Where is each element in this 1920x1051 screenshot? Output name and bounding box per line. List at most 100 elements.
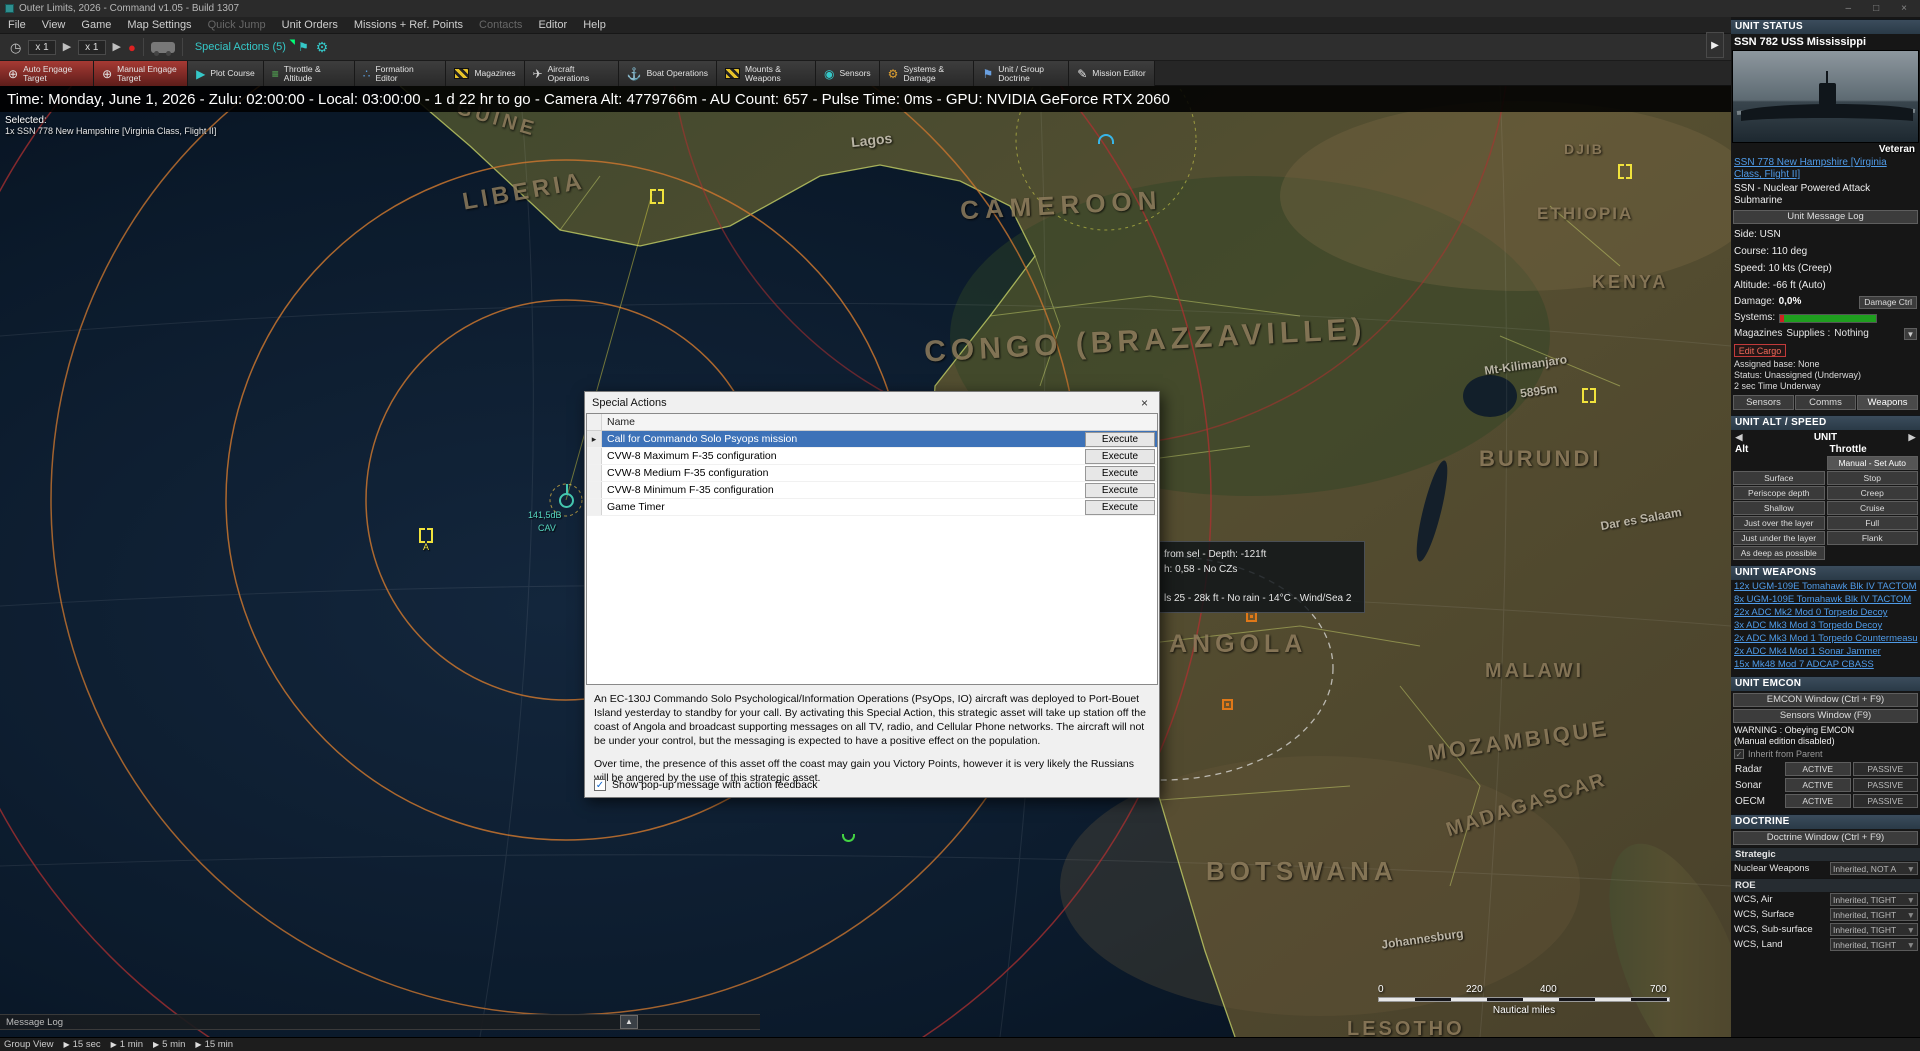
radar-active-button[interactable]: ACTIVE (1785, 762, 1851, 776)
step-15sec-button[interactable]: ▶15 sec (63, 1039, 100, 1050)
manual-engage-target-tab[interactable]: ⊕Manual Engage Target (94, 61, 188, 86)
weapon-link[interactable]: 8x UGM-109E Tomahawk Blk IV TACTOM (1731, 593, 1920, 606)
auto-engage-target-tab[interactable]: ⊕Auto Engage Target (0, 61, 94, 86)
weapon-link[interactable]: 22x ADC Mk2 Mod 0 Torpedo Decoy (1731, 606, 1920, 619)
edit-cargo-button[interactable]: Edit Cargo (1734, 344, 1786, 357)
alt-under-layer-button[interactable]: Just under the layer (1733, 531, 1825, 545)
magazines-tab[interactable]: Magazines (446, 61, 524, 86)
formation-editor-tab[interactable]: ∴Formation Editor (355, 61, 447, 86)
game-clock-icon[interactable]: ◷ (10, 41, 21, 54)
record-button[interactable]: ● (128, 41, 136, 54)
tactical-map[interactable]: Time: Monday, June 1, 2026 - Zulu: 02:00… (0, 86, 1731, 1037)
speed-flank-button[interactable]: Flank (1827, 531, 1919, 545)
supplies-dropdown-arrow[interactable]: ▼ (1904, 328, 1917, 340)
special-action-row[interactable]: CVW-8 Maximum F-35 configuration Execute (587, 448, 1157, 465)
speed-full-button[interactable]: Full (1827, 516, 1919, 530)
friendly-unit-icon[interactable] (1582, 388, 1596, 399)
maximize-button[interactable]: □ (1873, 3, 1879, 14)
flag-icon[interactable]: ⚑ (298, 40, 309, 54)
weapon-link[interactable]: 3x ADC Mk3 Mod 3 Torpedo Decoy (1731, 619, 1920, 632)
alt-deep-button[interactable]: As deep as possible (1733, 546, 1825, 560)
damage-ctrl-button[interactable]: Damage Ctrl (1859, 296, 1917, 309)
nuclear-weapons-dropdown[interactable]: Inherited, NOT A▼ (1830, 862, 1918, 875)
speed-cruise-button[interactable]: Cruise (1827, 501, 1919, 515)
sonar-passive-button[interactable]: PASSIVE (1853, 778, 1919, 792)
oecm-passive-button[interactable]: PASSIVE (1853, 794, 1919, 808)
throttle-altitude-tab[interactable]: ≡Throttle & Altitude (264, 61, 355, 86)
time-compression-selector[interactable]: x 1 (28, 40, 55, 55)
doctrine-window-button[interactable]: Doctrine Window (Ctrl + F9) (1733, 831, 1918, 845)
play-button[interactable]: ▶ (63, 41, 71, 54)
step-button[interactable]: ▶ (113, 41, 121, 54)
systems-damage-tab[interactable]: ⚙Systems & Damage (880, 61, 975, 86)
special-action-row[interactable]: CVW-8 Medium F-35 configuration Execute (587, 465, 1157, 482)
unit-group-doctrine-tab[interactable]: ⚑Unit / Group Doctrine (974, 61, 1069, 86)
vehicle-icon[interactable] (151, 42, 175, 53)
speed-stop-button[interactable]: Stop (1827, 471, 1919, 485)
aircraft-operations-tab[interactable]: ✈Aircraft Operations (525, 61, 619, 86)
menu-view[interactable]: View (34, 19, 74, 31)
friendly-unit-icon[interactable] (1618, 164, 1632, 175)
menu-file[interactable]: File (0, 19, 34, 31)
emcon-window-button[interactable]: EMCON Window (Ctrl + F9) (1733, 693, 1918, 707)
manual-set-auto-button[interactable]: Manual - Set Auto (1827, 456, 1919, 470)
sidebar-collapse-button[interactable]: ▶ (1706, 32, 1724, 58)
wcs-subsurface-dropdown[interactable]: Inherited, TIGHT▼ (1830, 923, 1918, 936)
weapon-link[interactable]: 15x Mk48 Mod 7 ADCAP CBASS (1731, 658, 1920, 671)
mounts-weapons-tab[interactable]: Mounts & Weapons (717, 61, 816, 86)
magazines-label[interactable]: Magazines (1734, 327, 1782, 341)
step-15min-button[interactable]: ▶15 min (195, 1039, 233, 1050)
menu-game[interactable]: Game (73, 19, 119, 31)
unknown-contact-icon[interactable] (1098, 134, 1114, 144)
sensors-window-button[interactable]: Sensors Window (F9) (1733, 709, 1918, 723)
wcs-air-dropdown[interactable]: Inherited, TIGHT▼ (1830, 893, 1918, 906)
unit-class-link[interactable]: SSN 778 New Hampshire [Virginia Class, F… (1731, 156, 1920, 182)
dialog-close-icon[interactable]: × (1137, 396, 1152, 410)
weapons-tab[interactable]: Weapons (1857, 395, 1918, 410)
feedback-checkbox[interactable]: ✓ (594, 779, 606, 791)
execute-button[interactable]: Execute (1085, 500, 1155, 515)
inherit-parent-checkbox[interactable]: ✓ (1734, 749, 1744, 759)
wcs-land-dropdown[interactable]: Inherited, TIGHT▼ (1830, 938, 1918, 951)
expand-message-log-button[interactable]: ▲ (620, 1015, 638, 1029)
friendly-unit-icon[interactable] (419, 528, 433, 539)
step-1min-button[interactable]: ▶1 min (111, 1039, 143, 1050)
name-column-header[interactable]: Name (602, 416, 635, 428)
menu-help[interactable]: Help (575, 19, 614, 31)
sensors-tab-ribbon[interactable]: ◉Sensors (816, 61, 880, 86)
plot-course-tab[interactable]: ▶Plot Course (188, 61, 264, 86)
message-log-bar[interactable]: Message Log ▲ (0, 1014, 760, 1030)
ownship-icon[interactable] (559, 493, 574, 508)
next-unit-button[interactable]: ▶ (1906, 432, 1918, 443)
menu-map-settings[interactable]: Map Settings (119, 19, 199, 31)
special-action-row[interactable]: Game Timer Execute (587, 499, 1157, 516)
step-5min-button[interactable]: ▶5 min (153, 1039, 185, 1050)
wcs-surface-dropdown[interactable]: Inherited, TIGHT▼ (1830, 908, 1918, 921)
alt-shallow-button[interactable]: Shallow (1733, 501, 1825, 515)
mission-editor-tab[interactable]: ✎Mission Editor (1069, 61, 1154, 86)
weapon-link[interactable]: 2x ADC Mk4 Mod 1 Sonar Jammer (1731, 645, 1920, 658)
sonar-active-button[interactable]: ACTIVE (1785, 778, 1851, 792)
close-button[interactable]: × (1901, 3, 1907, 14)
special-action-row[interactable]: CVW-8 Minimum F-35 configuration Execute (587, 482, 1157, 499)
sensors-tab[interactable]: Sensors (1733, 395, 1794, 410)
alt-periscope-button[interactable]: Periscope depth (1733, 486, 1825, 500)
weapon-link[interactable]: 2x ADC Mk3 Mod 1 Torpedo Countermeasu (1731, 632, 1920, 645)
alt-over-layer-button[interactable]: Just over the layer (1733, 516, 1825, 530)
minimize-button[interactable]: – (1846, 3, 1852, 14)
dialog-titlebar[interactable]: Special Actions × (585, 392, 1159, 413)
speed-creep-button[interactable]: Creep (1827, 486, 1919, 500)
settings-gear-icon[interactable]: ⚙ (316, 39, 329, 56)
execute-button[interactable]: Execute (1085, 432, 1155, 447)
execute-button[interactable]: Execute (1085, 466, 1155, 481)
menu-missions-ref-points[interactable]: Missions + Ref. Points (346, 19, 471, 31)
radar-passive-button[interactable]: PASSIVE (1853, 762, 1919, 776)
special-action-row[interactable]: ▸ Call for Commando Solo Psyops mission … (587, 431, 1157, 448)
hostile-unit-icon[interactable] (1222, 699, 1233, 710)
friendly-unit-icon[interactable] (650, 189, 664, 200)
execute-button[interactable]: Execute (1085, 449, 1155, 464)
execute-button[interactable]: Execute (1085, 483, 1155, 498)
unit-message-log-button[interactable]: Unit Message Log (1733, 210, 1918, 224)
oecm-active-button[interactable]: ACTIVE (1785, 794, 1851, 808)
alt-surface-button[interactable]: Surface (1733, 471, 1825, 485)
